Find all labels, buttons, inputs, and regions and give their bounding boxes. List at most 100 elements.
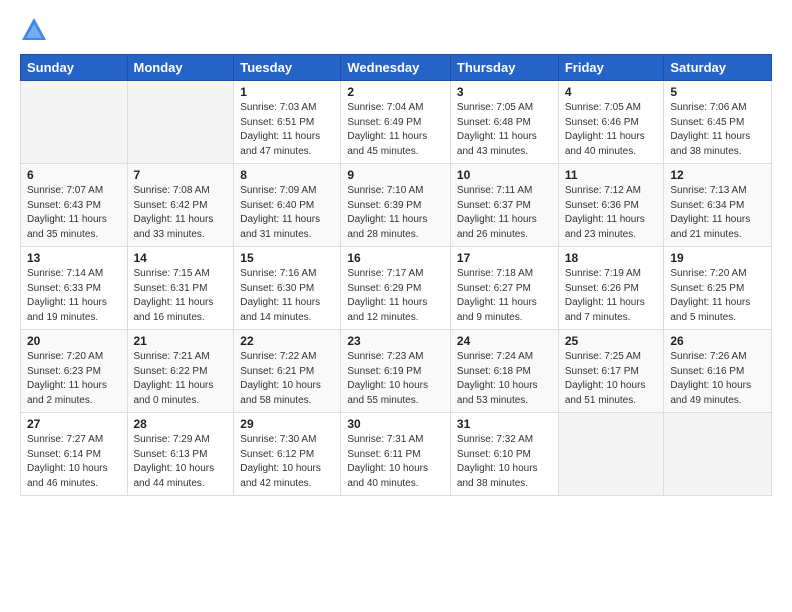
day-number: 18	[565, 251, 658, 265]
logo	[20, 16, 54, 44]
calendar-week-row: 13 Sunrise: 7:14 AMSunset: 6:33 PMDayligh…	[21, 247, 772, 330]
day-number: 26	[670, 334, 765, 348]
day-number: 5	[670, 85, 765, 99]
calendar-cell: 7 Sunrise: 7:08 AMSunset: 6:42 PMDaylight…	[127, 164, 234, 247]
calendar-cell: 13 Sunrise: 7:14 AMSunset: 6:33 PMDayligh…	[21, 247, 128, 330]
day-info: Sunrise: 7:07 AMSunset: 6:43 PMDaylight:…	[27, 184, 121, 242]
day-number: 2	[347, 85, 444, 99]
calendar-cell: 31Sunrise: 7:32 AMSunset: 6:10 PMDayligh…	[450, 413, 558, 496]
logo-icon	[20, 16, 48, 44]
calendar-week-row: 27 Sunrise: 7:27 AMSunset: 6:14 PMDayligh…	[21, 413, 772, 496]
day-info: Sunrise: 7:08 AMSunset: 6:42 PMDaylight:…	[134, 184, 228, 242]
weekday-header-monday: Monday	[127, 55, 234, 81]
day-info: Sunrise: 7:21 AMSunset: 6:22 PMDaylight:…	[134, 350, 228, 408]
day-info: Sunrise: 7:18 AMSunset: 6:27 PMDaylight:…	[457, 267, 552, 325]
day-info: Sunrise: 7:31 AMSunset: 6:11 PMDaylight:…	[347, 433, 444, 491]
calendar-cell	[21, 81, 128, 164]
day-number: 27	[27, 417, 121, 431]
day-info: Sunrise: 7:20 AMSunset: 6:23 PMDaylight:…	[27, 350, 121, 408]
calendar-cell: 10 Sunrise: 7:11 AMSunset: 6:37 PMDayligh…	[450, 164, 558, 247]
weekday-header-tuesday: Tuesday	[234, 55, 341, 81]
day-info: Sunrise: 7:09 AMSunset: 6:40 PMDaylight:…	[240, 184, 334, 242]
calendar-cell	[558, 413, 664, 496]
calendar-cell: 26Sunrise: 7:26 AMSunset: 6:16 PMDayligh…	[664, 330, 772, 413]
day-info: Sunrise: 7:10 AMSunset: 6:39 PMDaylight:…	[347, 184, 444, 242]
day-number: 6	[27, 168, 121, 182]
day-number: 10	[457, 168, 552, 182]
day-number: 17	[457, 251, 552, 265]
day-info: Sunrise: 7:05 AMSunset: 6:46 PMDaylight:…	[565, 101, 658, 159]
day-number: 21	[134, 334, 228, 348]
day-number: 7	[134, 168, 228, 182]
day-number: 9	[347, 168, 444, 182]
page: SundayMondayTuesdayWednesdayThursdayFrid…	[0, 0, 792, 508]
calendar-cell: 2 Sunrise: 7:04 AMSunset: 6:49 PMDaylight…	[341, 81, 451, 164]
day-number: 29	[240, 417, 334, 431]
calendar-cell: 5 Sunrise: 7:06 AMSunset: 6:45 PMDaylight…	[664, 81, 772, 164]
day-number: 24	[457, 334, 552, 348]
calendar-cell: 21 Sunrise: 7:21 AMSunset: 6:22 PMDayligh…	[127, 330, 234, 413]
day-info: Sunrise: 7:17 AMSunset: 6:29 PMDaylight:…	[347, 267, 444, 325]
calendar-cell: 29 Sunrise: 7:30 AMSunset: 6:12 PMDayligh…	[234, 413, 341, 496]
calendar-cell: 8 Sunrise: 7:09 AMSunset: 6:40 PMDaylight…	[234, 164, 341, 247]
day-number: 11	[565, 168, 658, 182]
calendar-cell: 14Sunrise: 7:15 AMSunset: 6:31 PMDayligh…	[127, 247, 234, 330]
calendar-cell: 24 Sunrise: 7:24 AMSunset: 6:18 PMDayligh…	[450, 330, 558, 413]
day-number: 14	[134, 251, 228, 265]
calendar-cell: 4 Sunrise: 7:05 AMSunset: 6:46 PMDaylight…	[558, 81, 664, 164]
day-number: 3	[457, 85, 552, 99]
day-info: Sunrise: 7:23 AMSunset: 6:19 PMDaylight:…	[347, 350, 444, 408]
calendar-week-row: 6 Sunrise: 7:07 AMSunset: 6:43 PMDaylight…	[21, 164, 772, 247]
calendar-cell: 18Sunrise: 7:19 AMSunset: 6:26 PMDayligh…	[558, 247, 664, 330]
calendar-cell: 6 Sunrise: 7:07 AMSunset: 6:43 PMDaylight…	[21, 164, 128, 247]
weekday-header-thursday: Thursday	[450, 55, 558, 81]
day-info: Sunrise: 7:11 AMSunset: 6:37 PMDaylight:…	[457, 184, 552, 242]
day-info: Sunrise: 7:12 AMSunset: 6:36 PMDaylight:…	[565, 184, 658, 242]
day-number: 25	[565, 334, 658, 348]
calendar-cell: 12Sunrise: 7:13 AMSunset: 6:34 PMDayligh…	[664, 164, 772, 247]
day-info: Sunrise: 7:16 AMSunset: 6:30 PMDaylight:…	[240, 267, 334, 325]
weekday-header-wednesday: Wednesday	[341, 55, 451, 81]
day-number: 19	[670, 251, 765, 265]
calendar-cell: 28Sunrise: 7:29 AMSunset: 6:13 PMDayligh…	[127, 413, 234, 496]
day-number: 20	[27, 334, 121, 348]
calendar-cell: 9 Sunrise: 7:10 AMSunset: 6:39 PMDaylight…	[341, 164, 451, 247]
weekday-header-saturday: Saturday	[664, 55, 772, 81]
day-info: Sunrise: 7:04 AMSunset: 6:49 PMDaylight:…	[347, 101, 444, 159]
day-info: Sunrise: 7:30 AMSunset: 6:12 PMDaylight:…	[240, 433, 334, 491]
calendar-cell: 1Sunrise: 7:03 AMSunset: 6:51 PMDaylight…	[234, 81, 341, 164]
calendar-week-row: 20 Sunrise: 7:20 AMSunset: 6:23 PMDayligh…	[21, 330, 772, 413]
calendar-cell: 19 Sunrise: 7:20 AMSunset: 6:25 PMDayligh…	[664, 247, 772, 330]
day-number: 15	[240, 251, 334, 265]
calendar-cell: 25 Sunrise: 7:25 AMSunset: 6:17 PMDayligh…	[558, 330, 664, 413]
day-number: 4	[565, 85, 658, 99]
day-info: Sunrise: 7:27 AMSunset: 6:14 PMDaylight:…	[27, 433, 121, 491]
day-number: 31	[457, 417, 552, 431]
calendar-cell: 15 Sunrise: 7:16 AMSunset: 6:30 PMDayligh…	[234, 247, 341, 330]
calendar-cell: 23 Sunrise: 7:23 AMSunset: 6:19 PMDayligh…	[341, 330, 451, 413]
calendar-cell: 20 Sunrise: 7:20 AMSunset: 6:23 PMDayligh…	[21, 330, 128, 413]
header	[20, 16, 772, 44]
day-info: Sunrise: 7:24 AMSunset: 6:18 PMDaylight:…	[457, 350, 552, 408]
day-number: 8	[240, 168, 334, 182]
day-info: Sunrise: 7:05 AMSunset: 6:48 PMDaylight:…	[457, 101, 552, 159]
day-info: Sunrise: 7:22 AMSunset: 6:21 PMDaylight:…	[240, 350, 334, 408]
day-number: 1	[240, 85, 334, 99]
weekday-header-row: SundayMondayTuesdayWednesdayThursdayFrid…	[21, 55, 772, 81]
day-info: Sunrise: 7:25 AMSunset: 6:17 PMDaylight:…	[565, 350, 658, 408]
calendar-cell	[127, 81, 234, 164]
calendar-cell	[664, 413, 772, 496]
calendar-cell: 17 Sunrise: 7:18 AMSunset: 6:27 PMDayligh…	[450, 247, 558, 330]
day-info: Sunrise: 7:06 AMSunset: 6:45 PMDaylight:…	[670, 101, 765, 159]
calendar-cell: 3 Sunrise: 7:05 AMSunset: 6:48 PMDaylight…	[450, 81, 558, 164]
day-number: 16	[347, 251, 444, 265]
day-number: 12	[670, 168, 765, 182]
day-info: Sunrise: 7:14 AMSunset: 6:33 PMDaylight:…	[27, 267, 121, 325]
day-number: 13	[27, 251, 121, 265]
weekday-header-sunday: Sunday	[21, 55, 128, 81]
day-number: 28	[134, 417, 228, 431]
calendar-cell: 22Sunrise: 7:22 AMSunset: 6:21 PMDayligh…	[234, 330, 341, 413]
calendar-cell: 11 Sunrise: 7:12 AMSunset: 6:36 PMDayligh…	[558, 164, 664, 247]
day-number: 23	[347, 334, 444, 348]
day-info: Sunrise: 7:20 AMSunset: 6:25 PMDaylight:…	[670, 267, 765, 325]
